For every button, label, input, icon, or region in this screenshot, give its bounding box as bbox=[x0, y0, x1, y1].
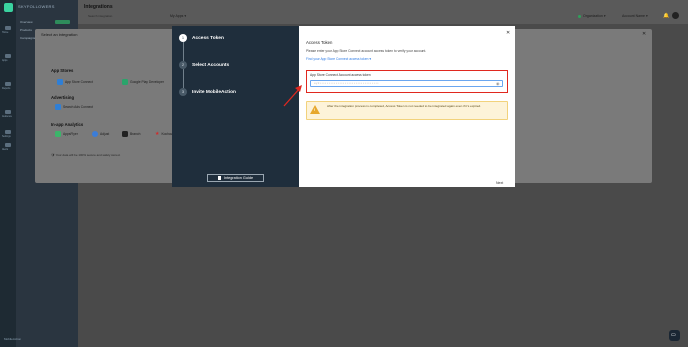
alerts-icon[interactable] bbox=[5, 143, 11, 147]
integration-label: Adjust bbox=[100, 132, 110, 136]
step-number-3: 3 bbox=[179, 88, 187, 96]
section-analytics: In-app Analytics bbox=[51, 122, 84, 127]
apps-select-label: My Apps bbox=[170, 14, 184, 18]
integration-branch[interactable]: Branch bbox=[122, 131, 140, 137]
footer-logo: MobileAction bbox=[4, 337, 22, 341]
close-icon[interactable]: ✕ bbox=[506, 30, 510, 36]
integration-adjust[interactable]: Adjust bbox=[92, 131, 109, 137]
page-title: Integrations bbox=[84, 4, 113, 10]
step-number-2: 2 bbox=[179, 61, 187, 69]
step-label-select-accounts: Select Accounts bbox=[192, 63, 230, 68]
sidebar-item-apps[interactable]: Apps bbox=[2, 59, 7, 62]
integration-label: Branch bbox=[130, 132, 141, 136]
settings-icon[interactable] bbox=[5, 130, 11, 134]
branch-icon bbox=[122, 131, 128, 137]
icon-sidebar bbox=[0, 0, 16, 347]
top-bar bbox=[78, 0, 688, 24]
search-ads-icon bbox=[55, 104, 61, 110]
status-badge bbox=[55, 20, 70, 24]
google-play-icon bbox=[122, 79, 128, 85]
logo-icon[interactable] bbox=[4, 3, 13, 12]
find-token-link[interactable]: Find your App Store Connect access token… bbox=[306, 57, 371, 61]
integration-label: Search Ads Connect bbox=[63, 105, 94, 109]
step-number-1: 1 bbox=[179, 34, 187, 42]
apps-icon[interactable] bbox=[5, 54, 11, 58]
integration-google-play[interactable]: Google Play Developer bbox=[122, 79, 164, 85]
token-field-label: App Store Connect Account access token bbox=[310, 73, 371, 77]
step-label-access-token: Access Token bbox=[192, 36, 224, 41]
sidebar-item-settings[interactable]: Settings bbox=[2, 135, 11, 138]
integration-label: AppsFlyer bbox=[63, 132, 78, 136]
audience-icon[interactable] bbox=[5, 110, 11, 114]
integration-guide-button[interactable]: Integration Guide bbox=[207, 174, 264, 182]
account-name: Account Name bbox=[622, 14, 645, 18]
integration-label: Google Play Developer bbox=[130, 80, 164, 84]
reports-icon[interactable] bbox=[5, 82, 11, 86]
panel-title: Access Token bbox=[306, 40, 333, 45]
home-icon[interactable] bbox=[5, 26, 11, 30]
step-connector bbox=[183, 42, 184, 61]
panel-description: Please enter your App Store Connect acco… bbox=[306, 49, 427, 53]
modal-title: Select an integration bbox=[41, 32, 78, 37]
integration-app-store-connect[interactable]: App Store Connect bbox=[57, 79, 93, 85]
access-token-input[interactable]: eyJ••••••••••••••••••••••••••••••••• bbox=[310, 80, 503, 87]
chat-icon: ▭ bbox=[671, 332, 676, 338]
section-app-stores: App Stores bbox=[51, 68, 74, 73]
bell-icon[interactable]: 🔔 bbox=[663, 13, 669, 19]
appsflyer-icon bbox=[55, 131, 61, 137]
warning-mark: ! bbox=[314, 107, 316, 112]
integration-appsflyer[interactable]: AppsFlyer bbox=[55, 131, 78, 137]
guide-label: Integration Guide bbox=[223, 176, 254, 180]
red-arrow-annotation bbox=[283, 85, 302, 107]
nav-item-products[interactable]: Products bbox=[20, 28, 32, 32]
apps-select[interactable]: My Apps ▾ bbox=[170, 14, 186, 18]
step-connector bbox=[183, 69, 184, 88]
eye-icon[interactable]: ◉ bbox=[496, 81, 500, 86]
warning-text: After the integration process is complet… bbox=[327, 104, 482, 108]
sidebar-item-home[interactable]: Home bbox=[2, 31, 8, 34]
book-icon bbox=[217, 176, 221, 180]
integration-search-ads[interactable]: Search Ads Connect bbox=[55, 104, 93, 110]
account-menu[interactable]: Account Name ▾ bbox=[622, 14, 648, 18]
adjust-icon bbox=[92, 131, 98, 137]
step-label-invite: Invite MobileAction bbox=[192, 90, 236, 95]
next-button[interactable]: Next bbox=[496, 181, 503, 185]
nav-item-campaigns[interactable]: Campaigns bbox=[20, 36, 35, 40]
sidebar-item-audience[interactable]: Audience bbox=[2, 115, 12, 118]
brand-name: SKYFOLLOWERS bbox=[18, 4, 55, 9]
security-note: 🛡 Your data will be 100% secure and safe… bbox=[51, 153, 120, 157]
integration-label: App Store Connect bbox=[65, 80, 93, 84]
org-name: Organization bbox=[583, 14, 603, 18]
sidebar-item-alerts[interactable]: Alerts bbox=[2, 148, 8, 151]
nav-item-overview[interactable]: Overview bbox=[20, 20, 33, 24]
org-select[interactable]: Organization ▾ bbox=[583, 14, 606, 18]
section-advertising: Advertising bbox=[51, 95, 75, 100]
search-input[interactable]: Search integration bbox=[88, 14, 158, 20]
steps-panel bbox=[172, 26, 299, 187]
security-note-text: Your data will be 100% secure and safely… bbox=[55, 153, 121, 157]
org-status-icon bbox=[578, 15, 581, 18]
sidebar-item-reports[interactable]: Reports bbox=[2, 87, 10, 90]
star-icon: ★ bbox=[155, 131, 160, 137]
avatar[interactable] bbox=[672, 12, 679, 19]
close-icon[interactable]: ✕ bbox=[642, 31, 646, 37]
app-store-icon bbox=[57, 79, 63, 85]
